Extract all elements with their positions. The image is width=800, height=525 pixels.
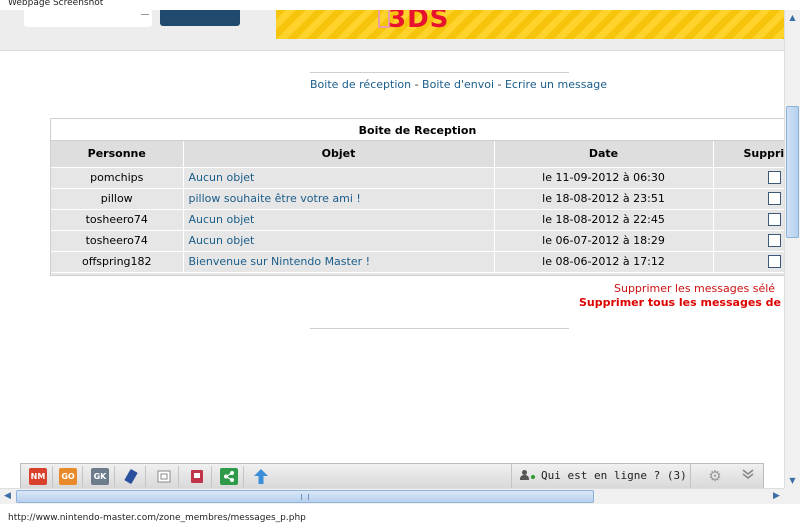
- site-toolbar: NM GO GK Qui est en ligne ? (3) ⚙: [20, 463, 764, 488]
- scroll-up-arrow-icon[interactable]: ▲: [785, 10, 800, 25]
- gear-icon[interactable]: ⚙: [706, 467, 724, 485]
- row-delete-checkbox[interactable]: [767, 171, 781, 185]
- wiiu-icon[interactable]: [122, 468, 140, 485]
- row-person: tosheero74: [51, 230, 184, 252]
- page-viewport: 3DS Boite de réception - Boite d'envoi -…: [0, 10, 784, 488]
- message-nav: Boite de réception - Boite d'envoi - Ecr…: [310, 72, 607, 96]
- nm-icon[interactable]: NM: [29, 468, 47, 485]
- row-person: pillow: [51, 188, 184, 210]
- scroll-down-arrow-icon[interactable]: ▼: [785, 473, 800, 488]
- nav-separator: -: [494, 78, 505, 91]
- window-icon[interactable]: [155, 468, 173, 485]
- col-person-header[interactable]: Personne: [51, 141, 184, 168]
- row-person: offspring182: [51, 251, 184, 273]
- go-icon[interactable]: GO: [59, 468, 77, 485]
- scroll-left-arrow-icon[interactable]: ◀: [0, 489, 15, 504]
- row-subject-link[interactable]: Bienvenue sur Nintendo Master !: [189, 255, 371, 268]
- outbox-link[interactable]: Boite d'envoi: [422, 78, 494, 91]
- nav-separator: -: [411, 78, 423, 91]
- status-bar: http://www.nintendo-master.com/zone_memb…: [0, 504, 800, 525]
- row-person: tosheero74: [51, 209, 184, 231]
- gk-icon[interactable]: GK: [91, 468, 109, 485]
- inbox-title: Boite de Reception: [51, 119, 784, 141]
- banner-logo: 3DS: [388, 10, 450, 34]
- user-icon: [520, 470, 529, 480]
- online-label: Qui est en ligne ? (3): [541, 469, 687, 482]
- compose-link[interactable]: Ecrire un message: [505, 78, 607, 91]
- vertical-scroll-thumb[interactable]: [786, 106, 799, 238]
- row-delete-checkbox[interactable]: [767, 234, 781, 248]
- row-delete-checkbox[interactable]: [767, 255, 781, 269]
- row-subject-link[interactable]: Aucun objet: [189, 234, 255, 247]
- divider: [310, 328, 569, 329]
- search-input[interactable]: [24, 10, 152, 27]
- table-row: tosheero74 Aucun objet le 18-08-2012 à 2…: [51, 209, 784, 231]
- row-date: le 08-06-2012 à 17:12: [494, 251, 714, 273]
- inbox-link[interactable]: Boite de réception: [310, 78, 411, 91]
- row-date: le 18-08-2012 à 23:51: [494, 188, 714, 210]
- delete-selected-link[interactable]: Supprimer les messages sélé: [614, 282, 775, 295]
- window-title: Webpage Screenshot: [8, 0, 104, 8]
- window-title-bar: Webpage Screenshot: [0, 0, 800, 10]
- scroll-right-arrow-icon[interactable]: ▶: [769, 489, 784, 504]
- col-date-header[interactable]: Date: [494, 141, 714, 168]
- site-header: 3DS: [0, 10, 784, 51]
- table-row: tosheero74 Aucun objet le 06-07-2012 à 1…: [51, 230, 784, 252]
- row-subject-link[interactable]: pillow souhaite être votre ami !: [189, 192, 361, 205]
- vertical-scrollbar[interactable]: ▲ ▼: [784, 10, 800, 488]
- status-url: http://www.nintendo-master.com/zone_memb…: [8, 513, 306, 523]
- row-delete-checkbox[interactable]: [767, 213, 781, 227]
- who-is-online-button[interactable]: Qui est en ligne ? (3): [511, 464, 691, 488]
- table-row: offspring182 Bienvenue sur Nintendo Mast…: [51, 251, 784, 273]
- save-icon[interactable]: [188, 468, 206, 485]
- col-subject-header[interactable]: Objet: [183, 141, 495, 168]
- row-subject-link[interactable]: Aucun objet: [189, 171, 255, 184]
- horizontal-scroll-thumb[interactable]: [16, 490, 594, 503]
- delete-all-link[interactable]: Supprimer tous les messages de ce: [579, 296, 784, 309]
- horizontal-scrollbar[interactable]: ◀ ▶: [0, 488, 784, 504]
- up-arrow-icon[interactable]: [252, 468, 270, 485]
- row-delete-checkbox[interactable]: [767, 192, 781, 206]
- col-delete-header: Supprimer: [713, 141, 784, 168]
- messages-table: Personne Objet Date Supprimer pomchips A…: [51, 141, 784, 273]
- row-subject-link[interactable]: Aucun objet: [189, 213, 255, 226]
- share-icon[interactable]: [220, 468, 238, 485]
- row-date: le 06-07-2012 à 18:29: [494, 230, 714, 252]
- table-row: pillow pillow souhaite être votre ami ! …: [51, 188, 784, 210]
- collapse-toolbar-icon[interactable]: [739, 467, 757, 485]
- row-date: le 18-08-2012 à 22:45: [494, 209, 714, 231]
- banner-ad[interactable]: 3DS: [276, 10, 784, 39]
- row-person: pomchips: [51, 167, 184, 189]
- table-header-row: Personne Objet Date Supprimer: [51, 141, 784, 168]
- row-date: le 11-09-2012 à 06:30: [494, 167, 714, 189]
- scrollbar-corner: [784, 488, 800, 504]
- inbox-panel: Boite de Reception Personne Objet Date S…: [50, 118, 784, 276]
- online-status-dot: [531, 475, 535, 479]
- table-row: pomchips Aucun objet le 11-09-2012 à 06:…: [51, 167, 784, 189]
- search-button[interactable]: [160, 10, 240, 26]
